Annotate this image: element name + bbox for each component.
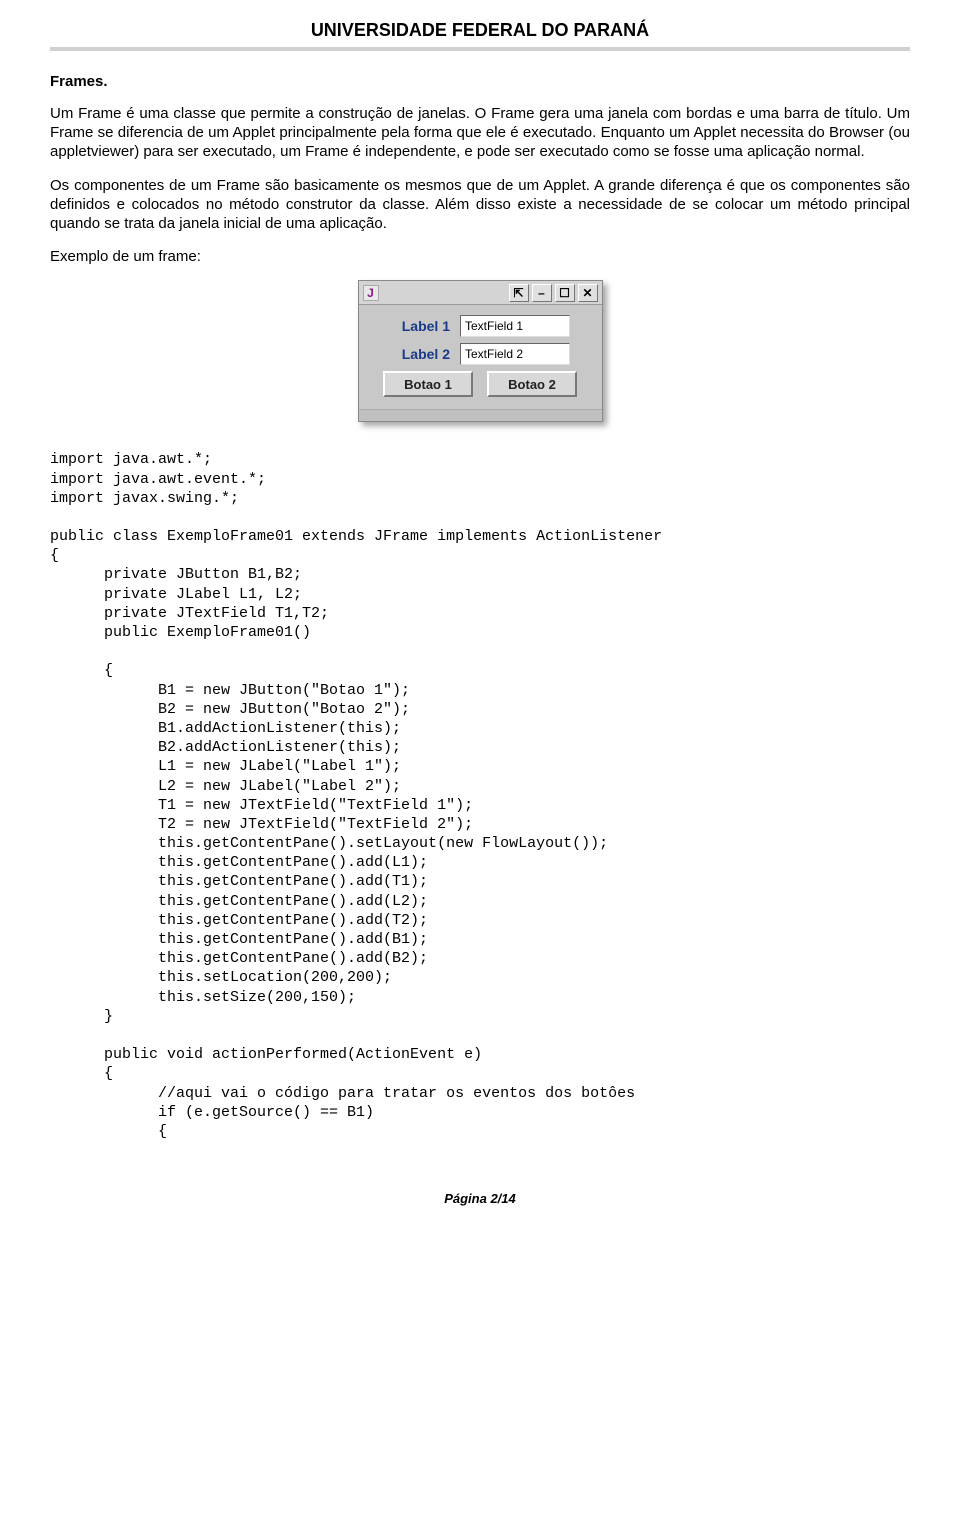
header-divider [50, 47, 910, 51]
java-cup-icon: J [363, 285, 379, 301]
page-header-title: UNIVERSIDADE FEDERAL DO PARANÁ [50, 20, 910, 41]
minimize-button[interactable]: – [532, 284, 552, 302]
paragraph-1: Um Frame é uma classe que permite a cons… [50, 104, 910, 162]
button-row: Botao 1 Botao 2 [369, 371, 592, 397]
textfield-1[interactable] [460, 315, 570, 337]
close-button[interactable]: ✕ [578, 284, 598, 302]
textfield-2[interactable] [460, 343, 570, 365]
paragraph-3: Exemplo de um frame: [50, 247, 910, 266]
label-2: Label 2 [390, 346, 450, 362]
titlebar: J ⇱ – ☐ ✕ [359, 281, 602, 305]
section-title: Frames. [50, 73, 910, 90]
botao-1-button[interactable]: Botao 1 [383, 371, 473, 397]
paragraph-2: Os componentes de um Frame são basicamen… [50, 176, 910, 234]
frame-screenshot: J ⇱ – ☐ ✕ Label 1 Label 2 Botao 1 Botao … [50, 280, 910, 422]
pin-button[interactable]: ⇱ [509, 284, 529, 302]
botao-2-button[interactable]: Botao 2 [487, 371, 577, 397]
page-footer: Página 2/14 [50, 1191, 910, 1206]
frame-body: Label 1 Label 2 Botao 1 Botao 2 [359, 305, 602, 409]
row-2: Label 2 [369, 343, 592, 365]
statusbar [359, 409, 602, 421]
row-1: Label 1 [369, 315, 592, 337]
label-1: Label 1 [390, 318, 450, 334]
maximize-button[interactable]: ☐ [555, 284, 575, 302]
java-frame-window: J ⇱ – ☐ ✕ Label 1 Label 2 Botao 1 Botao … [358, 280, 603, 422]
code-block: import java.awt.*; import java.awt.event… [50, 450, 910, 1141]
